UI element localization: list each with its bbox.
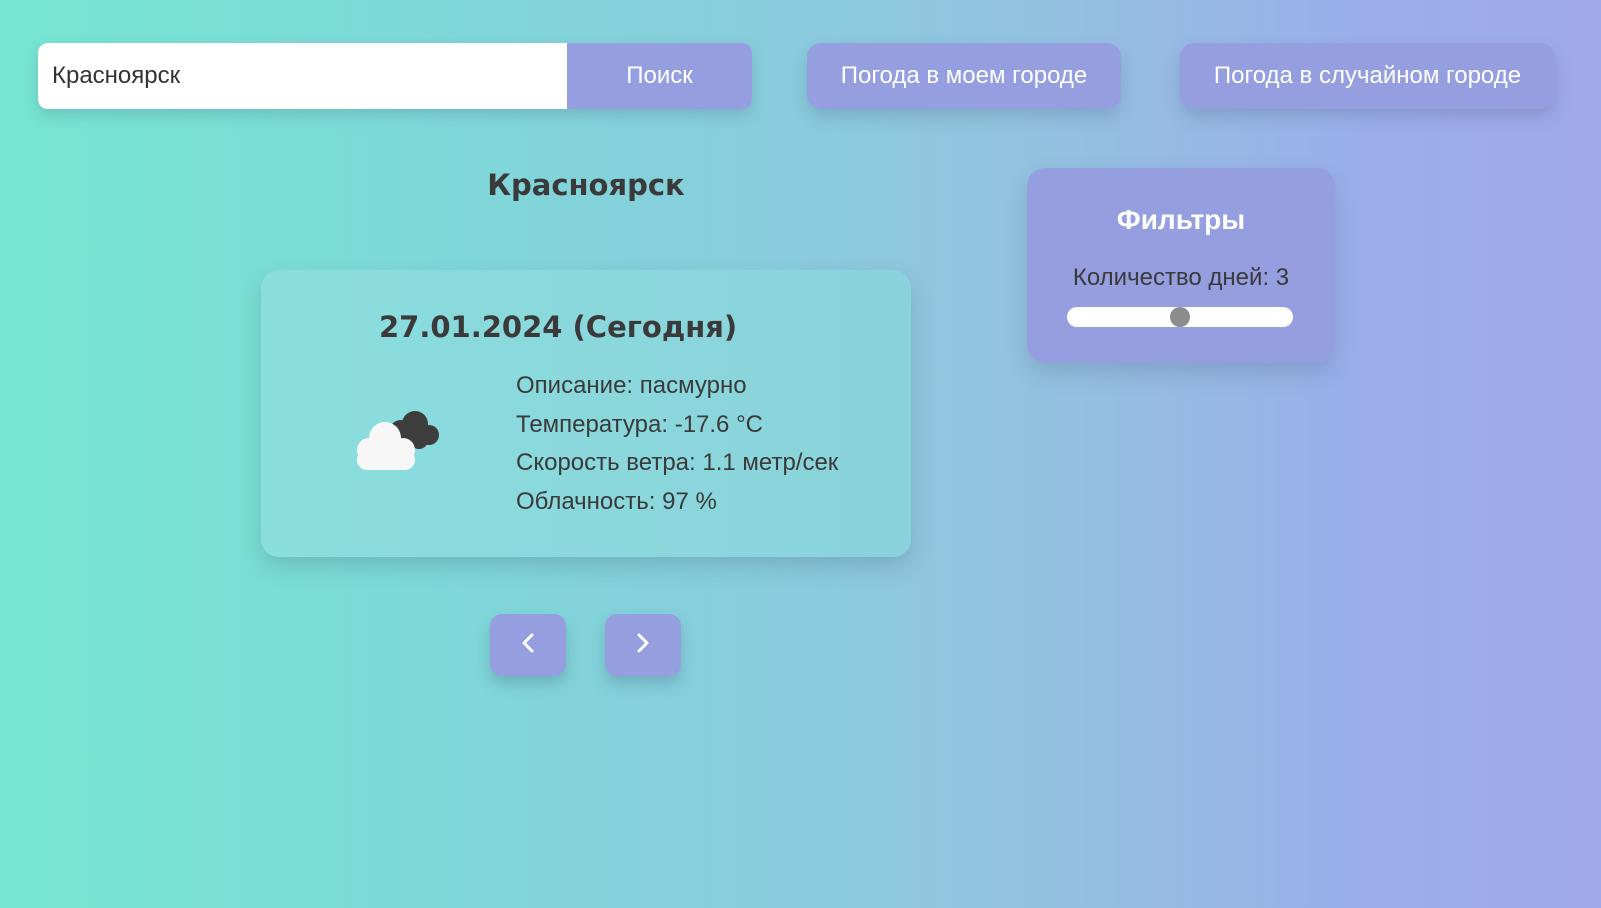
previous-day-button[interactable]	[490, 614, 566, 676]
days-count-slider[interactable]	[1067, 307, 1293, 327]
filters-panel: Фильтры Количество дней: 3	[1027, 168, 1335, 363]
forecast-details: Описание: пасмурно Температура: -17.6 °C…	[516, 367, 838, 521]
forecast-wind: Скорость ветра: 1.1 метр/сек	[516, 449, 839, 476]
chevron-right-icon	[633, 632, 653, 658]
forecast-description: Описание: пасмурно	[516, 372, 747, 399]
days-count-label: Количество дней: 3	[1072, 264, 1290, 291]
random-city-weather-button[interactable]: Погода в случайном городе	[1180, 43, 1555, 109]
search-button[interactable]: Поиск	[567, 43, 752, 109]
city-title: Красноярск	[487, 168, 685, 202]
search-input[interactable]	[38, 43, 567, 109]
search-bar: Поиск	[38, 43, 752, 109]
next-day-button[interactable]	[605, 614, 681, 676]
forecast-temperature: Температура: -17.6 °C	[516, 410, 763, 438]
slider-thumb[interactable]	[1170, 307, 1190, 327]
weather-card: 27.01.2024 (Сегодня) Описание: пасмурно …	[261, 270, 911, 557]
forecast-date: 27.01.2024 (Сегодня)	[379, 310, 738, 344]
chevron-left-icon	[518, 632, 538, 658]
my-city-weather-button[interactable]: Погода в моем городе	[807, 43, 1121, 109]
forecast-clouds: Облачность: 97 %	[516, 487, 717, 515]
filters-title: Фильтры	[1116, 204, 1246, 235]
cloudy-icon	[345, 408, 441, 472]
